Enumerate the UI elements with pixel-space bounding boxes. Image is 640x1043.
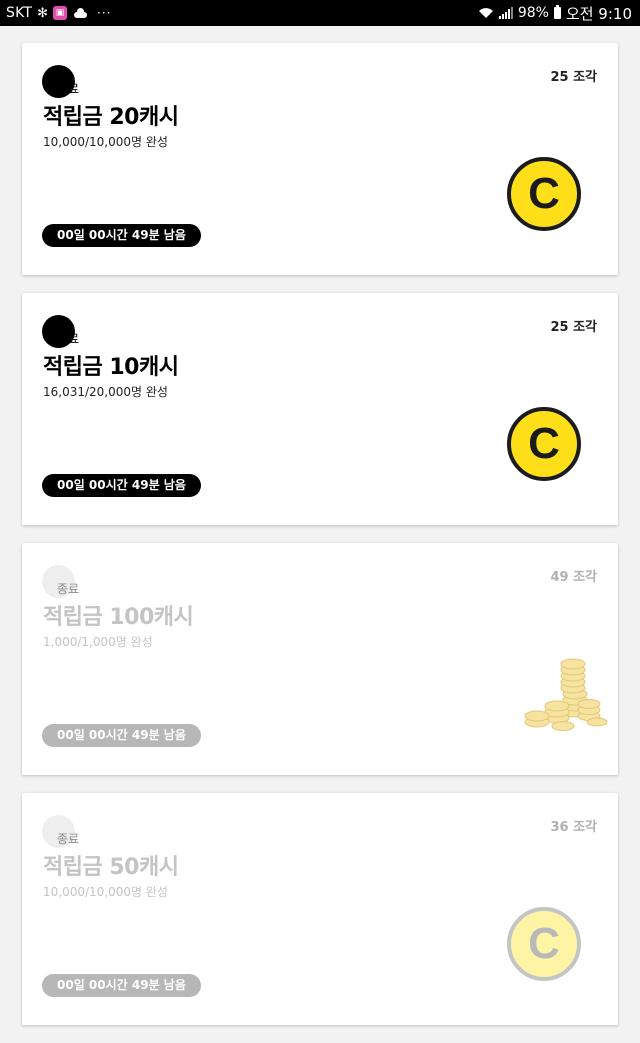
pieces-count: 36 조각 [550,820,597,835]
reward-title: 적립금 20캐시 [43,105,179,130]
signal-icon [498,7,513,19]
status-bar-left: SKT ✻ ▣ ··· [6,5,112,21]
status-badge-label: 종료 [57,582,80,596]
time-remaining-pill: 00일 00시간 49분 남음 [42,474,201,497]
wifi-icon [478,8,493,18]
status-bar-right: 98% 오전 9:10 [478,3,632,24]
battery-percent: 98% [517,5,549,21]
pieces-count: 25 조각 [550,70,597,85]
cash-coin-icon: C [507,407,581,481]
participants-progress: 10,000/10,000명 완성 [43,885,168,899]
time-remaining-pill: 00일 00시간 49분 남음 [42,974,201,997]
clock: 오전 9:10 [565,4,632,23]
fan-icon: ✻ [37,5,49,21]
participants-progress: 1,000/1,000명 완성 [43,635,153,649]
status-badge-label: 종료 [57,832,80,846]
coin-letter-c: C [528,919,560,968]
status-bar: SKT ✻ ▣ ··· 98% 오전 9:10 [0,0,640,26]
reward-title: 적립금 100캐시 [43,605,194,630]
reward-card[interactable]: 완료 25 조각 적립금 10캐시 16,031/20,000명 완성 00일 … [22,293,618,525]
participants-progress: 10,000/10,000명 완성 [43,135,168,149]
reward-title: 적립금 50캐시 [43,855,179,880]
time-remaining-pill: 00일 00시간 49분 남음 [42,724,201,747]
time-remaining-pill: 00일 00시간 49분 남음 [42,224,201,247]
reward-card[interactable]: 종료 36 조각 적립금 50캐시 10,000/10,000명 완성 00일 … [22,793,618,1025]
reward-title: 적립금 10캐시 [43,355,179,380]
cloud-icon [72,8,88,18]
coin-letter-c: C [528,419,560,468]
cash-coin-icon: C [507,157,581,231]
participants-progress: 16,031/20,000명 완성 [43,385,168,399]
gold-coin-stack-icon [524,658,608,731]
pieces-count: 25 조각 [550,320,597,335]
carrier-label: SKT [6,5,33,21]
reward-list: 완료 25 조각 적립금 20캐시 10,000/10,000명 완성 00일 … [22,43,618,1043]
coin-letter-c: C [528,169,560,218]
pieces-count: 49 조각 [550,570,597,585]
status-badge-label: 완료 [57,82,80,96]
app-icon: ▣ [53,6,68,20]
reward-card[interactable]: 완료 25 조각 적립금 20캐시 10,000/10,000명 완성 00일 … [22,43,618,275]
battery-icon [553,5,561,19]
status-badge-label: 완료 [57,332,80,346]
more-notifications-icon: ··· [97,6,112,20]
reward-card[interactable]: 종료 49 조각 적립금 100캐시 1,000/1,000명 완성 00일 0… [22,543,618,775]
cash-coin-icon: C [507,907,581,981]
